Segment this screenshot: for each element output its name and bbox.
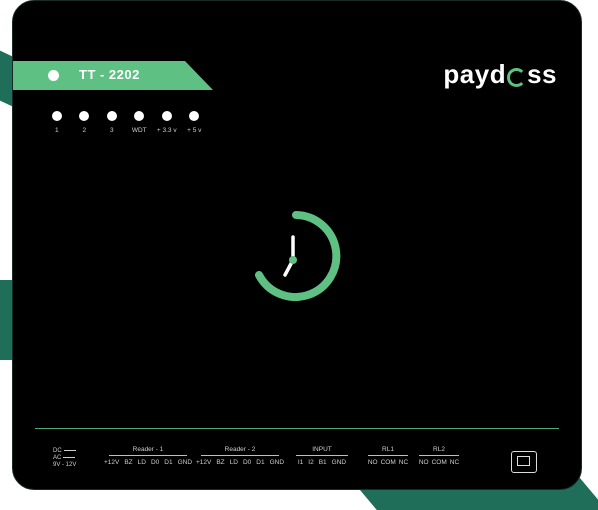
pin-label: NC [398, 459, 409, 466]
pin-label: GND [177, 459, 193, 466]
terminal-title: RL1 [368, 446, 408, 456]
terminal-reader-2: Reader - 2 +12V BZ LD D0 D1 GND [196, 446, 284, 466]
terminal-title: Reader - 2 [201, 446, 279, 456]
pin-label: D1 [256, 459, 265, 466]
pin-label: BZ [124, 459, 133, 466]
divider [35, 428, 559, 429]
brand-logo: payd ss [443, 59, 557, 90]
brand-suffix: ss [527, 59, 557, 89]
terminal-title: RL2 [419, 446, 459, 456]
brand-o-icon [507, 68, 527, 87]
power-input: DC AC 9V - 12V [53, 448, 76, 469]
pin-label: D0 [242, 459, 252, 466]
led-dot [79, 111, 90, 121]
terminal-rl2: RL2 NO COM NC [419, 446, 459, 466]
pin-label: I2 [308, 459, 314, 466]
pin-label: +12V [195, 459, 212, 466]
pin-label: COM [380, 459, 396, 466]
terminal-pins: NO COM NC [368, 459, 408, 466]
terminal-pins: +12V BZ LD D0 D1 GND [196, 459, 284, 466]
pin-label: D1 [164, 459, 173, 466]
led-indicator: 2 [71, 111, 99, 134]
ethernet-port-icon [511, 451, 537, 473]
led-label: WDT [131, 127, 147, 134]
terminal-input: INPUT I1 I2 B1 GND [296, 446, 348, 466]
pin-label: COM [431, 459, 447, 466]
power-voltage-label: 9V - 12V [53, 462, 77, 468]
led-dot [161, 111, 172, 121]
pin-label: LD [229, 459, 238, 466]
terminal-pins: I1 I2 B1 GND [296, 459, 348, 466]
pin-label: BZ [216, 459, 225, 466]
terminal-pins: +12V BZ LD D0 D1 GND [104, 459, 192, 466]
led-indicator: + 3.3 v [153, 111, 181, 134]
led-indicator: 3 [98, 111, 126, 134]
led-dot [106, 111, 117, 121]
power-ac-label: AC [53, 455, 62, 461]
terminal-rl1: RL1 NO COM NC [368, 446, 408, 466]
led-dot [189, 111, 200, 121]
pin-label: NO [418, 459, 429, 466]
pin-label: NO [367, 459, 378, 466]
led-dot [134, 111, 145, 121]
led-indicator: + 5 v [181, 111, 209, 134]
model-tab: TT - 2202 [13, 61, 213, 90]
clock-loading-icon [255, 211, 341, 301]
pin-label: LD [137, 459, 146, 466]
pin-label: I1 [297, 459, 304, 466]
led-label: + 5 v [187, 127, 202, 134]
power-led [48, 70, 59, 81]
pin-label: D0 [150, 459, 160, 466]
pin-label: +12V [103, 459, 120, 466]
pin-label: NC [449, 459, 460, 466]
led-label: 2 [82, 127, 87, 134]
led-indicator: WDT [126, 111, 154, 134]
brand-prefix: payd [443, 59, 507, 89]
pin-label: GND [331, 459, 347, 466]
led-label: 1 [54, 127, 59, 134]
pin-label: B1 [318, 459, 327, 466]
terminal-pins: NO COM NC [419, 459, 459, 466]
power-dc-label: DC [53, 448, 62, 454]
pin-label: GND [269, 459, 285, 466]
model-name: TT - 2202 [79, 67, 140, 82]
led-row: 1 2 3 WDT + 3.3 v + 5 v [43, 111, 208, 134]
terminal-title: Reader - 1 [109, 446, 187, 456]
led-indicator: 1 [43, 111, 71, 134]
terminal-reader-1: Reader - 1 +12V BZ LD D0 D1 GND [104, 446, 192, 466]
led-dot [51, 111, 62, 121]
terminal-title: INPUT [296, 446, 348, 456]
led-label: 3 [109, 127, 114, 134]
led-label: + 3.3 v [156, 127, 177, 134]
device-panel: TT - 2202 payd ss 1 2 3 WDT + 3.3 v + 5 v… [12, 0, 582, 490]
